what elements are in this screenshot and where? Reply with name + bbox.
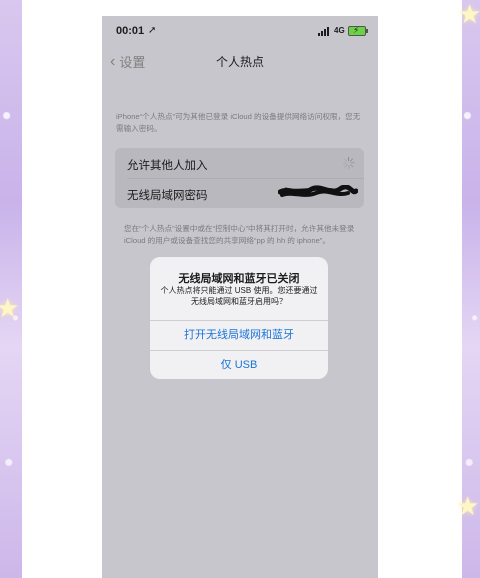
star-decor-icon: ★ (458, 0, 480, 30)
location-arrow-icon: ➚ (148, 25, 157, 36)
enable-wifi-bluetooth-button[interactable]: 打开无线局域网和蓝牙 (150, 321, 328, 350)
hotspot-footer: 您在“个人热点”设置中或在“控制中心”中将其打开时，允许其他未登录 iCloud… (124, 224, 355, 245)
alert-dialog: 无线局域网和蓝牙已关闭 个人热点将只能通过 USB 使用。您还要通过无线局域网和… (150, 257, 328, 379)
network-type: 4G (334, 26, 345, 35)
wifi-password-row[interactable]: 无线局域网密码 (115, 178, 364, 208)
allow-others-label: 允许其他人加入 (127, 160, 208, 172)
loading-spinner-icon (342, 157, 355, 169)
star-decor-icon: ★ (456, 492, 480, 522)
page-title: 个人热点 (215, 55, 264, 69)
status-bar: 00:01 ➚ 4G ⚡ (102, 16, 378, 46)
battery-tip (366, 29, 368, 33)
battery-icon: ⚡ (348, 25, 366, 36)
signal-bars-icon (318, 27, 332, 36)
redacted-password-scribble (278, 185, 358, 197)
left-decor-background (0, 0, 22, 578)
wifi-password-label: 无线局域网密码 (127, 190, 208, 202)
star-decor-icon: ★ (0, 294, 20, 324)
usb-only-button[interactable]: 仅 USB (150, 351, 328, 379)
alert-message: 个人热点将只能通过 USB 使用。您还要通过无线局域网和蓝牙启用吗？ (160, 286, 318, 306)
nav-bar: ‹ 设置 个人热点 (102, 52, 378, 72)
status-time: 00:01 (116, 25, 145, 37)
allow-others-row[interactable]: 允许其他人加入 (115, 148, 364, 178)
settings-group: 允许其他人加入 无线局域网密码 (115, 148, 364, 208)
hotspot-description: iPhone“个人热点”可为其他已登录 iCloud 的设备提供网络访问权限，您… (116, 112, 361, 133)
alert-title: 无线局域网和蓝牙已关闭 (178, 273, 300, 285)
phone-screen: 00:01 ➚ 4G ⚡ ‹ 设置 个人热点 iPhone“个人热点”可为其他已… (102, 16, 378, 578)
charging-bolt-icon: ⚡ (353, 25, 360, 35)
